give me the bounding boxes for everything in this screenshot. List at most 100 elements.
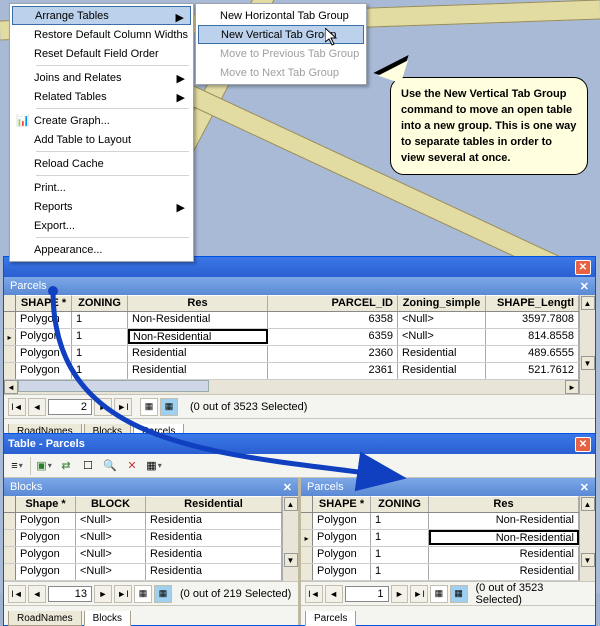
menu-export[interactable]: Export...	[12, 216, 191, 235]
show-selected-records[interactable]: ▦	[450, 585, 468, 603]
table-row[interactable]: Polygon1Residential	[301, 547, 579, 564]
nav-last[interactable]: ►I	[410, 585, 428, 603]
cell[interactable]: 1	[371, 513, 429, 529]
row-marker[interactable]	[4, 513, 16, 529]
inner-close-icon[interactable]: ✕	[580, 280, 589, 293]
cell[interactable]: <Null>	[76, 513, 146, 529]
row-marker[interactable]: ▸	[4, 329, 16, 345]
vscroll-down[interactable]: ▼	[581, 356, 595, 370]
vscroll[interactable]: ▲▼	[282, 496, 298, 581]
cell[interactable]: 3597.7808	[486, 312, 579, 328]
cell[interactable]: <Null>	[76, 530, 146, 546]
menu-arrange-tables[interactable]: Arrange Tables ▶	[12, 6, 191, 25]
row-marker[interactable]	[301, 564, 313, 580]
cell[interactable]: Residentia	[146, 530, 282, 546]
cell[interactable]: 1	[371, 564, 429, 580]
table-row[interactable]: Polygon<Null>Residentia	[4, 564, 282, 581]
page-number-input[interactable]	[48, 586, 92, 602]
row-marker[interactable]	[301, 547, 313, 563]
cell[interactable]: Polygon	[16, 530, 76, 546]
cell[interactable]: <Null>	[76, 564, 146, 580]
menu-joins-relates[interactable]: Joins and Relates▶	[12, 68, 191, 87]
cell[interactable]: 1	[371, 547, 429, 563]
nav-first[interactable]: I◄	[305, 585, 323, 603]
cell[interactable]: Non-Residential	[429, 513, 579, 529]
nav-first[interactable]: I◄	[8, 398, 26, 416]
col-res[interactable]: Res	[429, 496, 579, 512]
menu-new-horizontal-tab-group[interactable]: New Horizontal Tab Group	[198, 6, 364, 25]
cell[interactable]: Polygon	[16, 513, 76, 529]
row-marker[interactable]	[301, 513, 313, 529]
row-marker[interactable]	[4, 547, 16, 563]
cell[interactable]: Residentia	[146, 513, 282, 529]
cell[interactable]: 1	[371, 530, 429, 546]
tab-roadnames[interactable]: RoadNames	[8, 611, 82, 626]
menu-related-tables[interactable]: Related Tables▶	[12, 87, 191, 106]
col-shape[interactable]: Shape *	[16, 496, 76, 512]
cell[interactable]: Polygon	[16, 547, 76, 563]
table-row[interactable]: Polygon1Residential	[301, 564, 579, 581]
col-block[interactable]: BLOCK	[76, 496, 146, 512]
cell[interactable]: Residentia	[146, 547, 282, 563]
menu-create-graph[interactable]: 📊Create Graph...	[12, 111, 191, 130]
show-all-records[interactable]: ▦	[134, 585, 152, 603]
col-residential[interactable]: Residential	[146, 496, 282, 512]
show-all-records[interactable]: ▦	[430, 585, 448, 603]
nav-first[interactable]: I◄	[8, 585, 26, 603]
toolbar-menu-icon[interactable]: ≡	[8, 457, 26, 475]
page-number-input[interactable]	[345, 586, 389, 602]
tab-blocks[interactable]: Blocks	[84, 611, 131, 626]
table-row[interactable]: Polygon<Null>Residentia	[4, 547, 282, 564]
cell[interactable]: Residential	[429, 547, 579, 563]
vscroll-up[interactable]: ▲	[581, 296, 595, 310]
cell[interactable]: 489.6555	[486, 346, 579, 362]
grid-parcels-lower[interactable]: SHAPE * ZONING Res Polygon1Non-Residenti…	[301, 496, 579, 581]
cell[interactable]: 814.8558	[486, 329, 579, 345]
nav-prev[interactable]: ◄	[28, 398, 46, 416]
table-row[interactable]: ▸Polygon1Non-Residential	[301, 530, 579, 547]
cell[interactable]: Non-Residential	[429, 530, 579, 545]
row-marker[interactable]	[4, 363, 16, 379]
nav-next[interactable]: ►	[391, 585, 409, 603]
row-marker[interactable]	[4, 346, 16, 362]
inner-close-icon[interactable]: ✕	[580, 481, 589, 494]
col-zoning[interactable]: ZONING	[371, 496, 429, 512]
row-marker[interactable]	[4, 530, 16, 546]
cell[interactable]: Polygon	[313, 513, 371, 529]
menu-appearance[interactable]: Appearance...	[12, 240, 191, 259]
cell[interactable]: Residentia	[146, 564, 282, 580]
col-shape[interactable]: SHAPE *	[313, 496, 371, 512]
row-marker[interactable]: ▸	[301, 530, 313, 546]
tab-parcels[interactable]: Parcels	[305, 611, 356, 626]
cell[interactable]: Polygon	[313, 564, 371, 580]
row-marker[interactable]	[4, 312, 16, 328]
close-button[interactable]: ✕	[575, 260, 591, 275]
nav-last[interactable]: ►I	[114, 585, 132, 603]
grid-blocks[interactable]: Shape * BLOCK Residential Polygon<Null>R…	[4, 496, 282, 581]
vscroll[interactable]: ▲▼	[579, 496, 595, 581]
menu-reset-field-order[interactable]: Reset Default Field Order	[12, 44, 191, 63]
menu-reload-cache[interactable]: Reload Cache	[12, 154, 191, 173]
menu-add-table-layout[interactable]: Add Table to Layout	[12, 130, 191, 149]
show-selected-records[interactable]: ▦	[154, 585, 172, 603]
cell[interactable]: 521.7612	[486, 363, 579, 379]
table-row[interactable]: Polygon1Non-Residential	[301, 513, 579, 530]
table-row[interactable]: Polygon<Null>Residentia	[4, 513, 282, 530]
vscroll[interactable]: ▲▼	[579, 295, 595, 394]
close-button[interactable]: ✕	[575, 437, 591, 452]
cell[interactable]: <Null>	[76, 547, 146, 563]
nav-next[interactable]: ►	[94, 585, 112, 603]
hscroll-left[interactable]: ◄	[4, 380, 18, 394]
cell[interactable]: Polygon	[16, 564, 76, 580]
menu-reports[interactable]: Reports▶	[12, 197, 191, 216]
nav-prev[interactable]: ◄	[28, 585, 46, 603]
row-marker[interactable]	[4, 564, 16, 580]
cell[interactable]: Polygon	[313, 530, 371, 546]
menu-restore-column-widths[interactable]: Restore Default Column Widths	[12, 25, 191, 44]
col-shape-length[interactable]: SHAPE_Lengtl	[486, 295, 579, 311]
cell[interactable]: Residential	[429, 564, 579, 580]
table-row[interactable]: Polygon<Null>Residentia	[4, 530, 282, 547]
cell[interactable]: Polygon	[313, 547, 371, 563]
hscroll-right[interactable]: ►	[565, 380, 579, 394]
nav-prev[interactable]: ◄	[325, 585, 343, 603]
